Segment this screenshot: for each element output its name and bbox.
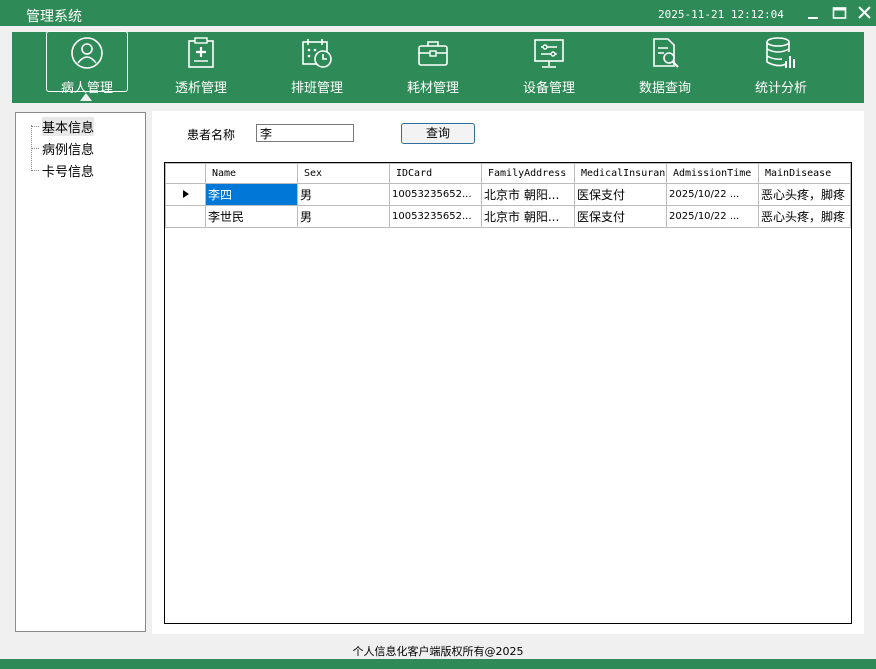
cell-main-disease[interactable]: 恶心头疼，脚疼 <box>758 183 851 206</box>
cell-name[interactable]: 李世民 <box>205 205 298 228</box>
active-indicator <box>80 93 92 101</box>
cell-family-address[interactable]: 北京市 朝阳... <box>481 183 575 206</box>
patient-name-input[interactable] <box>256 124 354 142</box>
row-header[interactable] <box>165 183 206 206</box>
row-header[interactable] <box>165 205 206 228</box>
navigation-tree: 基本信息 病例信息 卡号信息 <box>15 112 146 632</box>
copyright-footer: 个人信息化客户端版权所有@2025 <box>352 645 524 658</box>
user-icon <box>71 37 103 69</box>
database-chart-icon <box>766 37 795 68</box>
toolbar-data-query[interactable]: 数据查询 <box>625 32 705 96</box>
toolbar-device-management[interactable]: 设备管理 <box>509 32 589 96</box>
toolbar-statistics-analysis[interactable]: 统计分析 <box>741 32 821 96</box>
toolbar-dialysis-management[interactable]: 透析管理 <box>161 32 241 96</box>
clock-display: 2025-11-21 12:12:04 <box>658 8 784 21</box>
column-header-main-disease[interactable]: MainDisease <box>758 163 851 184</box>
monitor-settings-icon <box>534 39 564 68</box>
document-search-icon <box>653 38 679 68</box>
cell-idcard[interactable]: 10053235652... <box>389 205 482 228</box>
toolbar-label: 数据查询 <box>638 81 691 96</box>
cell-name[interactable]: 李四 <box>205 183 298 206</box>
maximize-icon[interactable] <box>830 4 850 22</box>
cell-main-disease[interactable]: 恶心头疼，脚疼 <box>758 205 851 228</box>
title-bar: 管理系统 2025-11-21 12:12:04 <box>0 0 876 26</box>
cell-sex[interactable]: 男 <box>297 205 390 228</box>
toolbar-consumables-management[interactable]: 耗材管理 <box>393 32 473 96</box>
toolbar-label: 统计分析 <box>754 81 807 96</box>
tree-item-card-info[interactable]: 卡号信息 <box>42 161 94 180</box>
cell-idcard[interactable]: 10053235652... <box>389 183 482 206</box>
patient-table: Name Sex IDCard FamilyAddress MedicalIns… <box>165 163 851 228</box>
tree-connector <box>31 126 39 127</box>
tree-item-case-info[interactable]: 病例信息 <box>42 139 94 158</box>
main-toolbar: 病人管理 透析管理 排班管理 耗材管理 设备管理 数据查询 统计分析 <box>12 31 864 103</box>
column-header-admission-time[interactable]: AdmissionTime <box>666 163 759 184</box>
cell-admission-time[interactable]: 2025/10/22 ... <box>666 205 759 228</box>
minimize-icon[interactable] <box>804 4 824 22</box>
search-bar: 患者名称 查询 <box>164 111 852 157</box>
search-button[interactable]: 查询 <box>401 123 475 144</box>
cell-medical-insurance[interactable]: 医保支付 <box>574 183 667 206</box>
row-header-corner <box>165 163 206 184</box>
calendar-clock-icon <box>302 39 332 68</box>
toolbar-label: 排班管理 <box>290 81 343 96</box>
cell-family-address[interactable]: 北京市 朝阳... <box>481 205 575 228</box>
current-row-arrow-icon <box>182 189 189 198</box>
cell-sex[interactable]: 男 <box>297 183 390 206</box>
patient-data-grid: Name Sex IDCard FamilyAddress MedicalIns… <box>164 162 852 624</box>
column-header-family-address[interactable]: FamilyAddress <box>481 163 575 184</box>
table-header-row: Name Sex IDCard FamilyAddress MedicalIns… <box>165 163 851 184</box>
tree-item-basic-info[interactable]: 基本信息 <box>42 117 95 136</box>
toolbar-label: 耗材管理 <box>406 81 459 96</box>
toolbar-label: 设备管理 <box>522 81 575 96</box>
clipboard-plus-icon <box>188 37 214 68</box>
cell-medical-insurance[interactable]: 医保支付 <box>574 205 667 228</box>
tree-connector <box>31 170 39 171</box>
column-header-sex[interactable]: Sex <box>297 163 390 184</box>
status-bar <box>0 659 876 669</box>
tree-connector <box>31 148 39 149</box>
column-header-medical-insurance[interactable]: MedicalInsuran <box>574 163 667 184</box>
table-row[interactable]: 李世民 男 10053235652... 北京市 朝阳... 医保支付 2025… <box>165 205 851 228</box>
cell-admission-time[interactable]: 2025/10/22 ... <box>666 183 759 206</box>
app-title: 管理系统 <box>26 9 82 25</box>
column-header-name[interactable]: Name <box>205 163 298 184</box>
toolbar-label: 透析管理 <box>174 81 227 96</box>
tree-connector <box>31 125 32 169</box>
table-row[interactable]: 李四 男 10053235652... 北京市 朝阳... 医保支付 2025/… <box>165 183 851 206</box>
toolbox-icon <box>418 41 448 66</box>
close-icon[interactable] <box>855 4 875 22</box>
toolbar-schedule-management[interactable]: 排班管理 <box>277 32 357 96</box>
patient-name-label: 患者名称 <box>187 128 236 142</box>
main-content: 患者名称 查询 Name Sex IDCard FamilyAddress Me… <box>152 111 864 634</box>
toolbar-patient-management[interactable]: 病人管理 <box>46 31 128 101</box>
column-header-idcard[interactable]: IDCard <box>389 163 482 184</box>
